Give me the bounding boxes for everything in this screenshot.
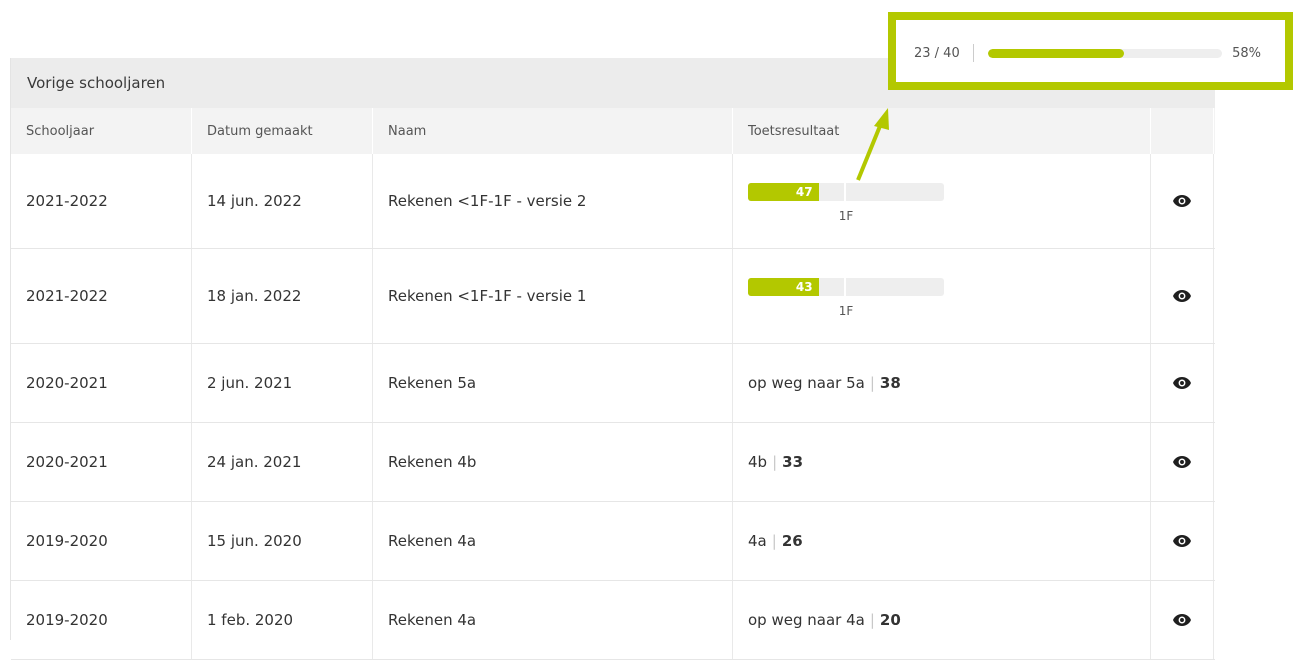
eye-icon xyxy=(1173,614,1191,626)
eye-icon xyxy=(1173,290,1191,302)
cell-datum: 2 jun. 2021 xyxy=(192,344,373,422)
score-value: 26 xyxy=(781,532,803,550)
table-header-row: Schooljaar Datum gemaakt Naam Toetsresul… xyxy=(11,108,1215,154)
cell-naam: Rekenen 4a xyxy=(373,581,733,659)
score-value: 33 xyxy=(782,453,804,471)
progress-bar-fill xyxy=(988,48,1124,58)
score-bar-tick xyxy=(844,278,846,296)
cell-toetsresultaat: 47 1F xyxy=(733,154,1151,248)
cell-datum: 24 jan. 2021 xyxy=(192,423,373,501)
cell-naam: Rekenen 4a xyxy=(373,502,733,580)
level-label: 1F xyxy=(838,209,854,223)
score-value: 38 xyxy=(879,374,901,392)
column-header-actions xyxy=(1151,108,1214,154)
eye-icon xyxy=(1173,195,1191,207)
cell-toetsresultaat: 4a | 26 xyxy=(733,502,1151,580)
separator: | xyxy=(771,532,777,550)
separator: | xyxy=(869,374,875,392)
progress-separator xyxy=(973,44,975,62)
cell-schooljaar: 2019-2020 xyxy=(11,581,192,659)
column-header-schooljaar: Schooljaar xyxy=(11,108,192,154)
progress-summary: 23 / 40 58% xyxy=(914,44,1261,62)
cell-toetsresultaat: op weg naar 5a | 38 xyxy=(733,344,1151,422)
view-result-button[interactable] xyxy=(1151,423,1214,501)
eye-icon xyxy=(1173,535,1191,547)
cell-schooljaar: 2020-2021 xyxy=(11,423,192,501)
view-result-button[interactable] xyxy=(1151,249,1214,343)
score-bar-fill: 43 xyxy=(748,278,819,296)
score-bar-tick xyxy=(844,183,846,201)
column-header-datum: Datum gemaakt xyxy=(192,108,373,154)
cell-schooljaar: 2021-2022 xyxy=(11,154,192,248)
cell-toetsresultaat: 4b | 33 xyxy=(733,423,1151,501)
column-header-naam: Naam xyxy=(373,108,733,154)
table-row: 2021-2022 18 jan. 2022 Rekenen <1F-1F - … xyxy=(11,249,1215,344)
eye-icon xyxy=(1173,456,1191,468)
view-result-button[interactable] xyxy=(1151,154,1214,248)
cell-schooljaar: 2019-2020 xyxy=(11,502,192,580)
cell-datum: 14 jun. 2022 xyxy=(192,154,373,248)
table-row: 2020-2021 2 jun. 2021 Rekenen 5a op weg … xyxy=(11,344,1215,423)
cell-schooljaar: 2020-2021 xyxy=(11,344,192,422)
cell-datum: 18 jan. 2022 xyxy=(192,249,373,343)
table-row: 2019-2020 15 jun. 2020 Rekenen 4a 4a | 26 xyxy=(11,502,1215,581)
score-bar-group: 47 1F xyxy=(748,183,944,223)
score-bar: 43 xyxy=(748,278,944,296)
cell-naam: Rekenen 5a xyxy=(373,344,733,422)
view-result-button[interactable] xyxy=(1151,344,1214,422)
progress-highlight-callout: 23 / 40 58% xyxy=(888,12,1293,90)
score-bar: 47 xyxy=(748,183,944,201)
cell-datum: 1 feb. 2020 xyxy=(192,581,373,659)
level-text: 4a xyxy=(748,532,767,550)
view-result-button[interactable] xyxy=(1151,581,1214,659)
level-text: op weg naar 5a xyxy=(748,374,865,392)
level-label: 1F xyxy=(838,304,854,318)
previous-school-years-panel: Vorige schooljaren Schooljaar Datum gema… xyxy=(10,58,1215,660)
separator: | xyxy=(869,611,875,629)
cell-toetsresultaat: op weg naar 4a | 20 xyxy=(733,581,1151,659)
cell-naam: Rekenen <1F-1F - versie 2 xyxy=(373,154,733,248)
cell-toetsresultaat: 43 1F xyxy=(733,249,1151,343)
score-bar-fill: 47 xyxy=(748,183,819,201)
score-bar-group: 43 1F xyxy=(748,278,944,318)
cell-naam: Rekenen <1F-1F - versie 1 xyxy=(373,249,733,343)
cell-datum: 15 jun. 2020 xyxy=(192,502,373,580)
level-text: 4b xyxy=(748,453,768,471)
progress-percent: 58% xyxy=(1232,45,1261,61)
column-header-toetsresultaat: Toetsresultaat xyxy=(733,108,1151,154)
view-result-button[interactable] xyxy=(1151,502,1214,580)
separator: | xyxy=(772,453,778,471)
score-value: 20 xyxy=(879,611,901,629)
table-row: 2019-2020 1 feb. 2020 Rekenen 4a op weg … xyxy=(11,581,1215,660)
cell-schooljaar: 2021-2022 xyxy=(11,249,192,343)
table-row: 2021-2022 14 jun. 2022 Rekenen <1F-1F - … xyxy=(11,154,1215,249)
level-text: op weg naar 4a xyxy=(748,611,865,629)
eye-icon xyxy=(1173,377,1191,389)
progress-count: 23 / 40 xyxy=(914,45,960,61)
cell-naam: Rekenen 4b xyxy=(373,423,733,501)
progress-bar xyxy=(988,48,1223,58)
table-row: 2020-2021 24 jan. 2021 Rekenen 4b 4b | 33 xyxy=(11,423,1215,502)
